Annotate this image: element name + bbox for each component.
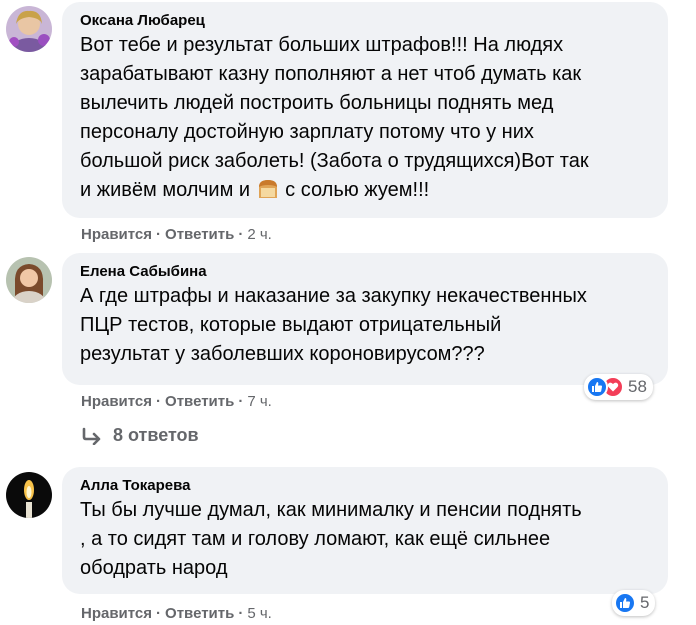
comment-line: персоналу достойную зарплату потому что … xyxy=(80,121,534,143)
comment-actions: Нравится · Ответить · 2 ч. xyxy=(81,226,272,244)
timestamp[interactable]: 5 ч. xyxy=(247,605,272,622)
comment-line: результат у заболевших короновирусом??? xyxy=(80,343,485,365)
separator: · xyxy=(156,226,162,243)
comment-line: ободрать народ xyxy=(80,557,228,579)
reactions-summary[interactable]: 5 xyxy=(612,590,656,616)
comment-line: вылечить людей построить больницы поднят… xyxy=(80,92,554,114)
avatar-alla[interactable] xyxy=(6,472,52,518)
avatar-oksana[interactable] xyxy=(6,6,52,52)
comment-bubble: Оксана Любарец Вот тебе и результат боль… xyxy=(62,2,668,218)
comment-bubble: Елена Сабыбина А где штрафы и наказание … xyxy=(62,253,668,385)
comment-text: Вот тебе и результат больших штрафов!!! … xyxy=(80,31,654,209)
like-link[interactable]: Нравится xyxy=(81,393,152,410)
comment-bubble: Алла Токарева Ты бы лучше думал, как мин… xyxy=(62,467,668,594)
comment-author[interactable]: Алла Токарева xyxy=(80,477,654,495)
comment-line: ПЦР тестов, которые выдают отрицательный xyxy=(80,314,502,336)
timestamp[interactable]: 2 ч. xyxy=(247,226,272,243)
separator: · xyxy=(156,393,162,410)
reactions-summary[interactable]: 58 xyxy=(584,374,653,400)
like-icon xyxy=(614,592,636,614)
comment-actions: Нравится · Ответить · 5 ч. xyxy=(81,605,272,623)
comment-line: А где штрафы и наказание за закупку нека… xyxy=(80,285,587,307)
comment-actions: Нравится · Ответить · 7 ч. xyxy=(81,393,272,411)
comment-line: Ты бы лучше думал, как минималку и пенси… xyxy=(80,499,582,521)
reply-link[interactable]: Ответить xyxy=(165,393,234,410)
timestamp[interactable]: 7 ч. xyxy=(247,393,272,410)
separator: · xyxy=(238,226,244,243)
reaction-count: 5 xyxy=(640,593,650,612)
separator: · xyxy=(238,605,244,622)
like-link[interactable]: Нравится xyxy=(81,226,152,243)
avatar-elena[interactable] xyxy=(6,257,52,303)
like-link[interactable]: Нравится xyxy=(81,605,152,622)
replies-count-label: 8 ответов xyxy=(113,425,199,445)
comment-text-segment: с солью жуем!!! xyxy=(279,179,430,201)
separator: · xyxy=(156,605,162,622)
avatar-image xyxy=(6,6,52,52)
reply-arrow-icon xyxy=(82,427,101,445)
view-replies-link[interactable]: 8 ответов xyxy=(81,425,199,446)
comment-line: и живём молчим и с солью жуем!!! xyxy=(80,176,654,209)
comment-author[interactable]: Елена Сабыбина xyxy=(80,263,654,281)
comment-line: Вот тебе и результат больших штрафов!!! … xyxy=(80,34,564,56)
candle-avatar-image xyxy=(6,472,52,518)
reply-link[interactable]: Ответить xyxy=(165,605,234,622)
comment-line: зарабатывают казну пополняют а нет чтоб … xyxy=(80,63,582,85)
comment-text-segment: и живём молчим и xyxy=(80,179,256,201)
reply-link[interactable]: Ответить xyxy=(165,226,234,243)
bread-emoji xyxy=(256,178,280,209)
comment-text: Ты бы лучше думал, как минималку и пенси… xyxy=(80,496,654,583)
avatar-image xyxy=(6,257,52,303)
comment-author[interactable]: Оксана Любарец xyxy=(80,12,654,30)
reaction-count: 58 xyxy=(628,377,647,396)
comment-text: А где штрафы и наказание за закупку нека… xyxy=(80,282,654,369)
like-icon xyxy=(586,376,608,398)
comment-line: , а то сидят там и голову ломают, как ещ… xyxy=(80,528,551,550)
comment-line: большой риск заболеть! (Забота о трудящи… xyxy=(80,150,589,172)
separator: · xyxy=(238,393,244,410)
